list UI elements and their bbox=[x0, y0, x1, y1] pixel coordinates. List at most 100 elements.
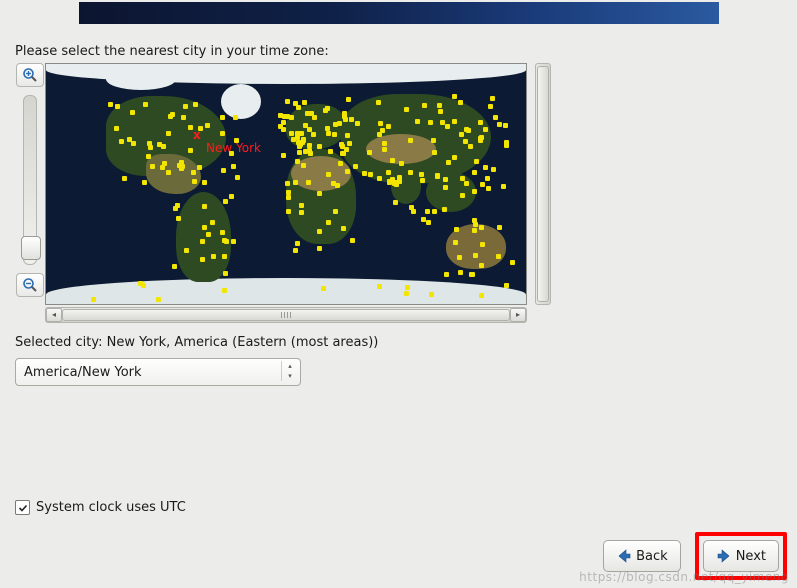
city-dot[interactable] bbox=[326, 131, 331, 136]
city-dot[interactable] bbox=[131, 141, 136, 146]
city-dot[interactable] bbox=[142, 180, 147, 185]
city-dot[interactable] bbox=[446, 160, 451, 165]
city-dot[interactable] bbox=[281, 127, 286, 132]
city-dot[interactable] bbox=[504, 283, 509, 288]
city-dot[interactable] bbox=[223, 271, 228, 276]
city-dot[interactable] bbox=[130, 110, 135, 115]
city-dot[interactable] bbox=[122, 176, 127, 181]
map-vertical-scrollbar[interactable] bbox=[535, 63, 551, 305]
city-dot[interactable] bbox=[496, 254, 501, 259]
city-dot[interactable] bbox=[166, 170, 171, 175]
city-dot[interactable] bbox=[404, 291, 409, 296]
city-dot[interactable] bbox=[382, 141, 387, 146]
city-dot[interactable] bbox=[483, 127, 488, 132]
city-dot[interactable] bbox=[362, 171, 367, 176]
city-dot[interactable] bbox=[206, 232, 211, 237]
scrollbar-thumb[interactable] bbox=[537, 66, 549, 302]
city-dot[interactable] bbox=[205, 123, 210, 128]
city-dot[interactable] bbox=[483, 165, 488, 170]
city-dot[interactable] bbox=[432, 150, 437, 155]
city-dot[interactable] bbox=[333, 122, 338, 127]
city-dot[interactable] bbox=[474, 159, 479, 164]
city-dot[interactable] bbox=[286, 195, 291, 200]
city-dot[interactable] bbox=[480, 182, 485, 187]
city-dot[interactable] bbox=[222, 288, 227, 293]
city-dot[interactable] bbox=[298, 142, 303, 147]
city-dot[interactable] bbox=[170, 112, 175, 117]
city-dot[interactable] bbox=[325, 126, 330, 131]
city-dot[interactable] bbox=[233, 115, 238, 120]
city-dot[interactable] bbox=[390, 158, 395, 163]
city-dot[interactable] bbox=[397, 179, 402, 184]
city-dot[interactable] bbox=[438, 109, 443, 114]
city-dot[interactable] bbox=[210, 220, 215, 225]
city-dot[interactable] bbox=[432, 209, 437, 214]
zoom-slider[interactable] bbox=[23, 95, 37, 265]
city-dot[interactable] bbox=[485, 176, 490, 181]
city-dot[interactable] bbox=[420, 178, 425, 183]
back-button[interactable]: Back bbox=[603, 540, 681, 572]
city-dot[interactable] bbox=[289, 115, 294, 120]
city-dot[interactable] bbox=[317, 191, 322, 196]
city-dot[interactable] bbox=[114, 126, 119, 131]
city-dot[interactable] bbox=[376, 100, 381, 105]
timezone-map[interactable]: [1] x New York bbox=[45, 63, 527, 305]
city-dot[interactable] bbox=[285, 181, 290, 186]
city-dot[interactable] bbox=[331, 181, 336, 186]
city-dot[interactable] bbox=[444, 272, 449, 277]
city-dot[interactable] bbox=[231, 164, 236, 169]
city-dot[interactable] bbox=[307, 127, 312, 132]
city-dot[interactable] bbox=[435, 173, 440, 178]
city-dot[interactable] bbox=[422, 103, 427, 108]
city-dot[interactable] bbox=[377, 284, 382, 289]
city-dot[interactable] bbox=[380, 128, 385, 133]
city-dot[interactable] bbox=[188, 125, 193, 130]
city-dot[interactable] bbox=[345, 133, 350, 138]
city-dot[interactable] bbox=[282, 114, 287, 119]
city-dot[interactable] bbox=[473, 253, 478, 258]
city-dot[interactable] bbox=[463, 139, 468, 144]
city-dot[interactable] bbox=[148, 145, 153, 150]
city-dot[interactable] bbox=[326, 172, 331, 177]
city-dot[interactable] bbox=[349, 117, 354, 122]
city-dot[interactable] bbox=[278, 113, 283, 118]
city-dot[interactable] bbox=[393, 200, 398, 205]
city-dot[interactable] bbox=[353, 164, 358, 169]
city-dot[interactable] bbox=[115, 104, 120, 109]
city-dot[interactable] bbox=[289, 131, 294, 136]
city-dot[interactable] bbox=[301, 163, 306, 168]
city-dot[interactable] bbox=[458, 100, 463, 105]
city-dot[interactable] bbox=[172, 264, 177, 269]
city-dot[interactable] bbox=[192, 179, 197, 184]
city-dot[interactable] bbox=[333, 209, 338, 214]
city-dot[interactable] bbox=[488, 104, 493, 109]
city-dot[interactable] bbox=[457, 255, 462, 260]
scroll-left-button[interactable]: ◂ bbox=[46, 308, 62, 322]
city-dot[interactable] bbox=[460, 193, 465, 198]
city-dot[interactable] bbox=[143, 102, 148, 107]
city-dot[interactable] bbox=[473, 222, 478, 227]
city-dot[interactable] bbox=[382, 147, 387, 152]
city-dot[interactable] bbox=[437, 103, 442, 108]
city-dot[interactable] bbox=[198, 126, 203, 131]
city-dot[interactable] bbox=[297, 150, 302, 155]
zoom-slider-handle[interactable] bbox=[21, 236, 41, 260]
city-dot[interactable] bbox=[166, 131, 171, 136]
city-dot[interactable] bbox=[408, 170, 413, 175]
city-dot[interactable] bbox=[211, 254, 216, 259]
city-dot[interactable] bbox=[479, 225, 484, 230]
city-dot[interactable] bbox=[332, 132, 337, 137]
city-dot[interactable] bbox=[342, 114, 347, 119]
city-dot[interactable] bbox=[281, 153, 286, 158]
city-dot[interactable] bbox=[472, 228, 477, 233]
city-dot[interactable] bbox=[183, 104, 188, 109]
city-dot[interactable] bbox=[510, 260, 515, 265]
city-dot[interactable] bbox=[479, 263, 484, 268]
city-dot[interactable] bbox=[491, 167, 496, 172]
city-dot[interactable] bbox=[141, 283, 146, 288]
city-dot[interactable] bbox=[202, 225, 207, 230]
city-dot[interactable] bbox=[338, 161, 343, 166]
city-dot[interactable] bbox=[222, 238, 227, 243]
city-dot[interactable] bbox=[404, 107, 409, 112]
city-dot[interactable] bbox=[419, 172, 424, 177]
